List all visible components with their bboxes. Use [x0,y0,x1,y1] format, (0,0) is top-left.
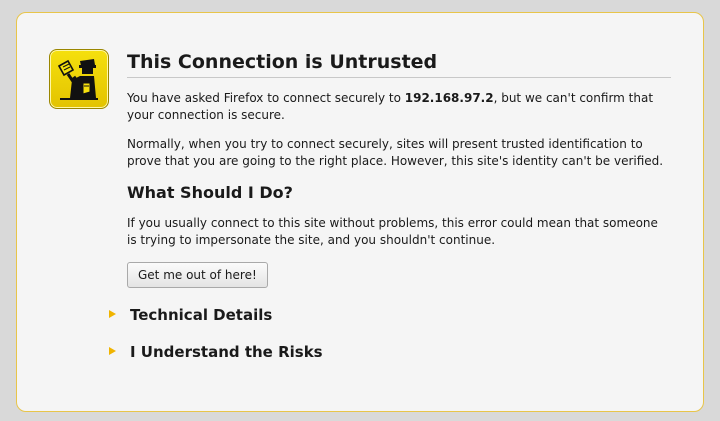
disclosure-triangle-icon [109,309,116,318]
intro-paragraph: You have asked Firefox to connect secure… [127,90,671,124]
disclosure-triangle-icon [109,346,116,355]
get-me-out-button[interactable]: Get me out of here! [127,262,268,288]
officer-with-certificate-icon [57,59,98,100]
page-title: This Connection is Untrusted [127,51,671,78]
technical-details-expander[interactable]: Technical Details [109,306,272,324]
error-panel: This Connection is Untrusted You have as… [16,12,704,412]
what-should-i-do-heading: What Should I Do? [127,183,293,202]
explanation-paragraph: Normally, when you try to connect secure… [127,137,664,168]
understand-risks-expander[interactable]: I Understand the Risks [109,343,323,361]
host-address: 192.168.97.2 [404,91,494,105]
technical-details-label: Technical Details [130,306,273,324]
intro-text-before: You have asked Firefox to connect secure… [127,91,405,105]
advice-paragraph: If you usually connect to this site with… [127,216,658,247]
error-content: This Connection is Untrusted You have as… [127,51,671,288]
understand-risks-label: I Understand the Risks [130,343,323,361]
untrusted-connection-icon [49,49,109,109]
